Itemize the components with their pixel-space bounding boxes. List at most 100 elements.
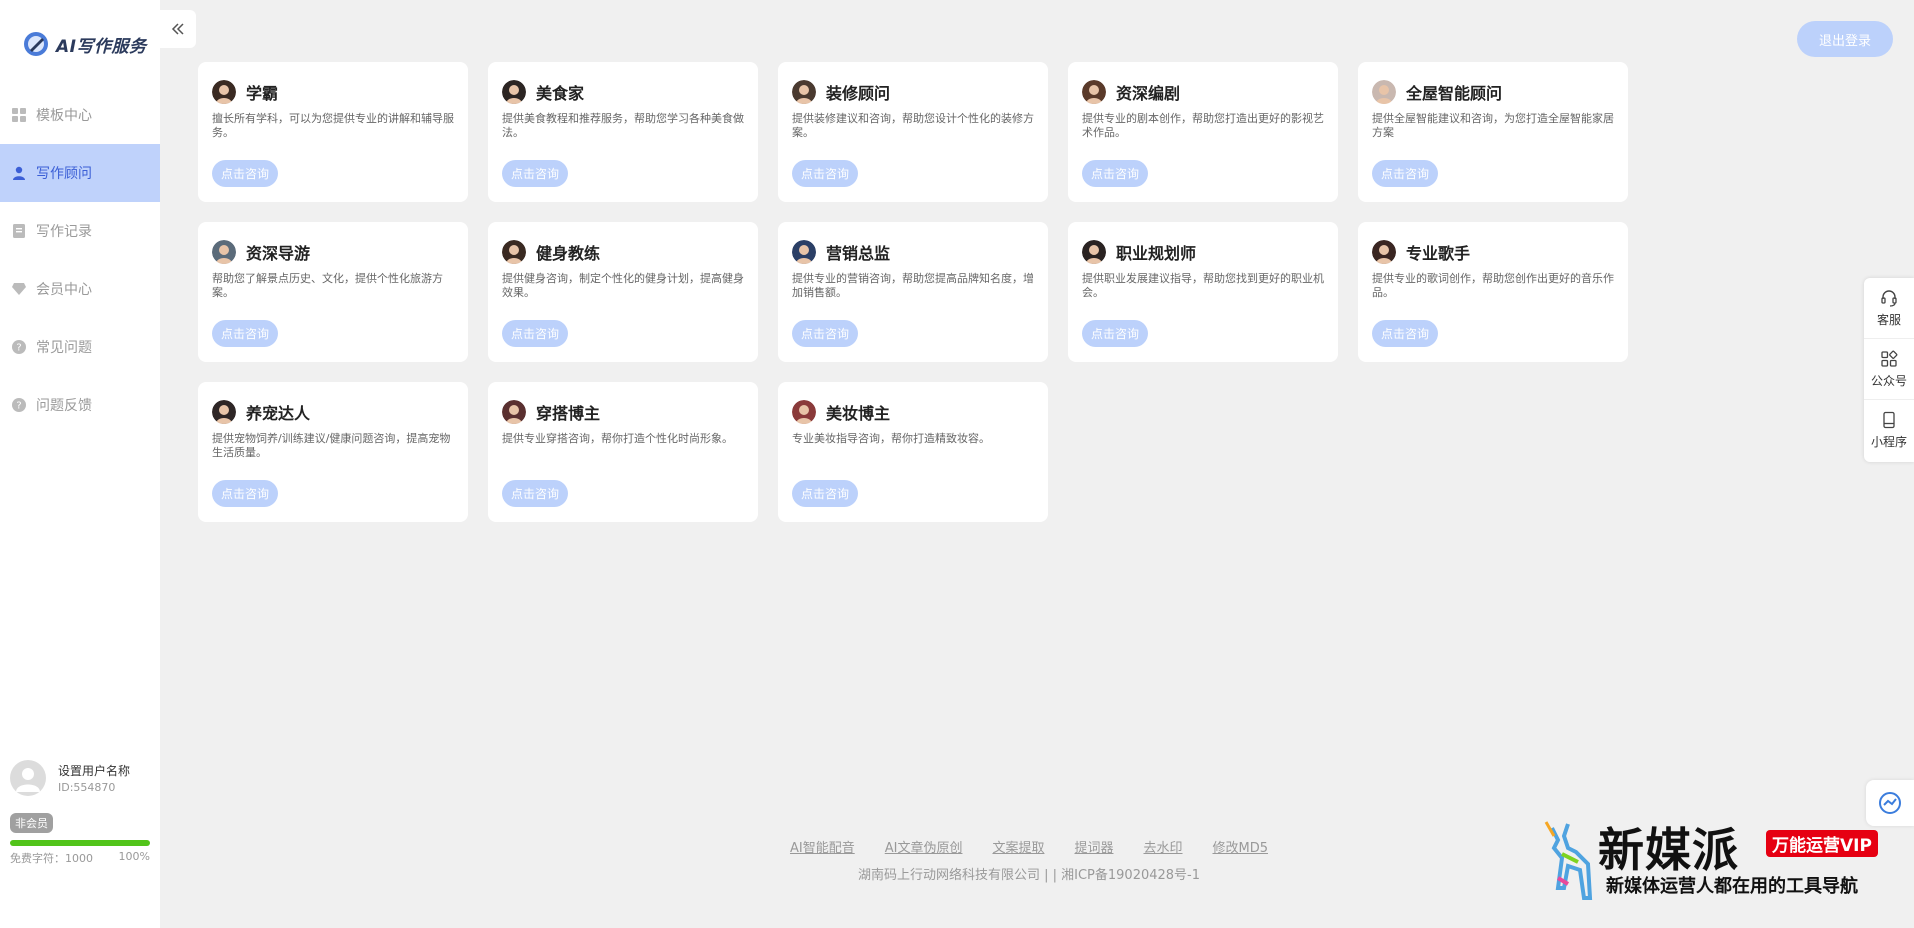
advisor-card[interactable]: 职业规划师提供职业发展建议指导，帮助您找到更好的职业机会。 点击咨询 [1068, 222, 1338, 362]
sidebar-item-label: 常见问题 [36, 340, 92, 356]
user-name[interactable]: 设置用户名称 [58, 762, 130, 779]
ad-vip-badge: 万能运营VIP [1766, 830, 1878, 857]
advisor-title: 健身教练 [536, 244, 601, 263]
card-header: 装修顾问 [792, 80, 1034, 104]
consult-button[interactable]: 点击咨询 [1082, 160, 1149, 187]
advisor-card[interactable]: 健身教练 提供健身咨询，制定个性化的健身计划，提高健身效果。 点击咨询 [488, 222, 758, 362]
card-header: 养宠达人 [212, 400, 454, 424]
advisor-avatar [502, 400, 526, 424]
double-chevron-left-icon [171, 23, 184, 35]
consult-button[interactable]: 点击咨询 [792, 160, 859, 187]
sidebar-nav: 模板中心 写作顾问 写作记录 会员中心 ? 常见问题 ? 问题反馈 [0, 86, 160, 434]
advisor-card[interactable]: 专业歌手 提供专业的歌词创作，帮助您创作出更好的音乐作品。 点击咨询 [1358, 222, 1628, 362]
advisor-card[interactable]: 装修顾问提供装修建议和咨询，帮助您设计个性化的装修方案。 点击咨询 [778, 62, 1048, 202]
advisor-title: 美妆博主 [826, 404, 891, 423]
consult-button[interactable]: 点击咨询 [212, 160, 279, 187]
sidebar-item-templates[interactable]: 模板中心 [0, 86, 160, 144]
advisor-card[interactable]: 养宠达人提供宠物饲养/训练建议/健康问题咨询，提高宠物生活质量。 点击咨询 [198, 382, 468, 522]
advisor-avatar [1372, 240, 1396, 264]
advisor-description: 提供装修建议和咨询，帮助您设计个性化的装修方案。 [792, 112, 1034, 139]
user-profile[interactable]: 设置用户名称 ID:554870 [10, 760, 130, 796]
customer-service-button[interactable]: 客服 [1864, 278, 1914, 339]
sidebar-item-label: 写作顾问 [36, 166, 92, 182]
collapse-sidebar-button[interactable] [160, 10, 196, 48]
avatar[interactable] [10, 760, 46, 796]
user-id: ID:554870 [58, 781, 116, 794]
sidebar-item-writing-advisor[interactable]: 写作顾问 [0, 144, 160, 202]
sidebar: AI写作服务 模板中心 写作顾问 写作记录 会员中心 ? 常见问题 ? 问题反馈… [0, 0, 160, 928]
tablet-icon [1883, 411, 1895, 429]
advisor-avatar [792, 80, 816, 104]
advisor-avatar [212, 400, 236, 424]
sidebar-item-feedback[interactable]: ? 问题反馈 [0, 376, 160, 434]
card-header: 专业歌手 [1372, 240, 1614, 264]
advisor-avatar [792, 240, 816, 264]
consult-button[interactable]: 点击咨询 [1082, 320, 1149, 347]
card-header: 全屋智能顾问 [1372, 80, 1614, 104]
mini-program-button[interactable]: 小程序 [1864, 400, 1914, 461]
footer-link-ai-voice[interactable]: AI智能配音 [790, 837, 855, 856]
svg-text:?: ? [16, 343, 21, 354]
member-status-badge: 非会员 [10, 813, 53, 833]
advisor-description: 提供专业的剧本创作，帮助您打造出更好的影视艺术作品。 [1082, 112, 1324, 139]
advisor-title: 专业歌手 [1406, 244, 1471, 263]
headset-icon [1881, 289, 1897, 307]
advisor-description: 提供全屋智能建议和咨询，为您打造全屋智能家居方案 [1372, 112, 1614, 139]
logout-button[interactable]: 退出登录 [1797, 21, 1893, 57]
footer-link-ai-rewrite[interactable]: AI文章伪原创 [885, 837, 963, 856]
consult-button[interactable]: 点击咨询 [502, 160, 569, 187]
official-account-button[interactable]: 公众号 [1864, 339, 1914, 400]
consult-button[interactable]: 点击咨询 [1372, 320, 1439, 347]
advisor-description: 专业美妆指导咨询，帮你打造精致妆容。 [792, 432, 990, 445]
sidebar-item-member-center[interactable]: 会员中心 [0, 260, 160, 318]
consult-button[interactable]: 点击咨询 [792, 320, 859, 347]
consult-button[interactable]: 点击咨询 [502, 480, 569, 507]
advisor-title: 学霸 [246, 84, 279, 103]
sidebar-item-label: 问题反馈 [36, 398, 92, 414]
footer-link-text-extract[interactable]: 文案提取 [992, 837, 1044, 856]
apps-icon [1881, 350, 1898, 367]
advisor-avatar [502, 240, 526, 264]
advisor-card[interactable]: 资深导游 帮助您了解景点历史、文化，提供个性化旅游方案。 点击咨询 [198, 222, 468, 362]
advisor-card[interactable]: 美食家 提供美食教程和推荐服务，帮助您学习各种美食做法。 点击咨询 [488, 62, 758, 202]
advisor-card[interactable]: 美妆博主专业美妆指导咨询，帮你打造精致妆容。点击咨询 [778, 382, 1048, 522]
advisor-card[interactable]: 营销总监 提供专业的营销咨询，帮助您提高品牌知名度，增加销售额。 点击咨询 [778, 222, 1048, 362]
consult-button[interactable]: 点击咨询 [502, 320, 569, 347]
advisor-title: 营销总监 [826, 244, 891, 263]
advisor-description: 提供职业发展建议指导，帮助您找到更好的职业机会。 [1082, 272, 1324, 299]
question-icon: ? [12, 398, 26, 412]
advisor-description: 提供宠物饲养/训练建议/健康问题咨询，提高宠物生活质量。 [212, 432, 451, 459]
consult-button[interactable]: 点击咨询 [792, 480, 859, 507]
logo[interactable]: AI写作服务 [22, 30, 146, 58]
user-icon [12, 166, 26, 180]
float-item-label: 公众号 [1870, 373, 1907, 388]
ad-banner[interactable]: 新媒派 万能运营VIP 新媒体运营人都在用的工具导航 [1538, 818, 1910, 902]
advisor-title: 穿搭博主 [536, 404, 601, 423]
advisor-description: 擅长所有学科，可以为您提供专业的讲解和辅导服务。 [212, 112, 454, 139]
advisor-card[interactable]: 全屋智能顾问 提供全屋智能建议和咨询，为您打造全屋智能家居方案 点击咨询 [1358, 62, 1628, 202]
advisor-title: 职业规划师 [1116, 244, 1197, 263]
advisor-avatar [1372, 80, 1396, 104]
float-toolbar: 客服 公众号 小程序 [1864, 278, 1914, 462]
card-header: 营销总监 [792, 240, 1034, 264]
ad-subtitle: 新媒体运营人都在用的工具导航 [1606, 876, 1858, 897]
sidebar-item-writing-records[interactable]: 写作记录 [0, 202, 160, 260]
sidebar-item-label: 会员中心 [36, 282, 92, 298]
advisor-description: 提供美食教程和推荐服务，帮助您学习各种美食做法。 [502, 112, 744, 139]
consult-button[interactable]: 点击咨询 [1372, 160, 1439, 187]
advisor-avatar [792, 400, 816, 424]
footer-link-remove-watermark[interactable]: 去水印 [1143, 837, 1182, 856]
consult-button[interactable]: 点击咨询 [212, 320, 279, 347]
advisor-card[interactable]: 穿搭博主 提供专业穿搭咨询，帮你打造个性化时尚形象。 点击咨询 [488, 382, 758, 522]
consult-button[interactable]: 点击咨询 [212, 480, 279, 507]
footer-link-teleprompter[interactable]: 提词器 [1074, 837, 1113, 856]
advisor-card[interactable]: 资深编剧提供专业的剧本创作，帮助您打造出更好的影视艺术作品。 点击咨询 [1068, 62, 1338, 202]
advisor-card[interactable]: 学霸擅长所有学科，可以为您提供专业的讲解和辅导服务。 点击咨询 [198, 62, 468, 202]
card-header: 资深导游 [212, 240, 454, 264]
sidebar-item-faq[interactable]: ? 常见问题 [0, 318, 160, 376]
advisor-avatar [1082, 240, 1106, 264]
footer-link-modify-md5[interactable]: 修改MD5 [1213, 837, 1269, 856]
card-header: 美妆博主 [792, 400, 1034, 424]
card-header: 职业规划师 [1082, 240, 1324, 264]
advisor-title: 资深编剧 [1116, 84, 1181, 103]
